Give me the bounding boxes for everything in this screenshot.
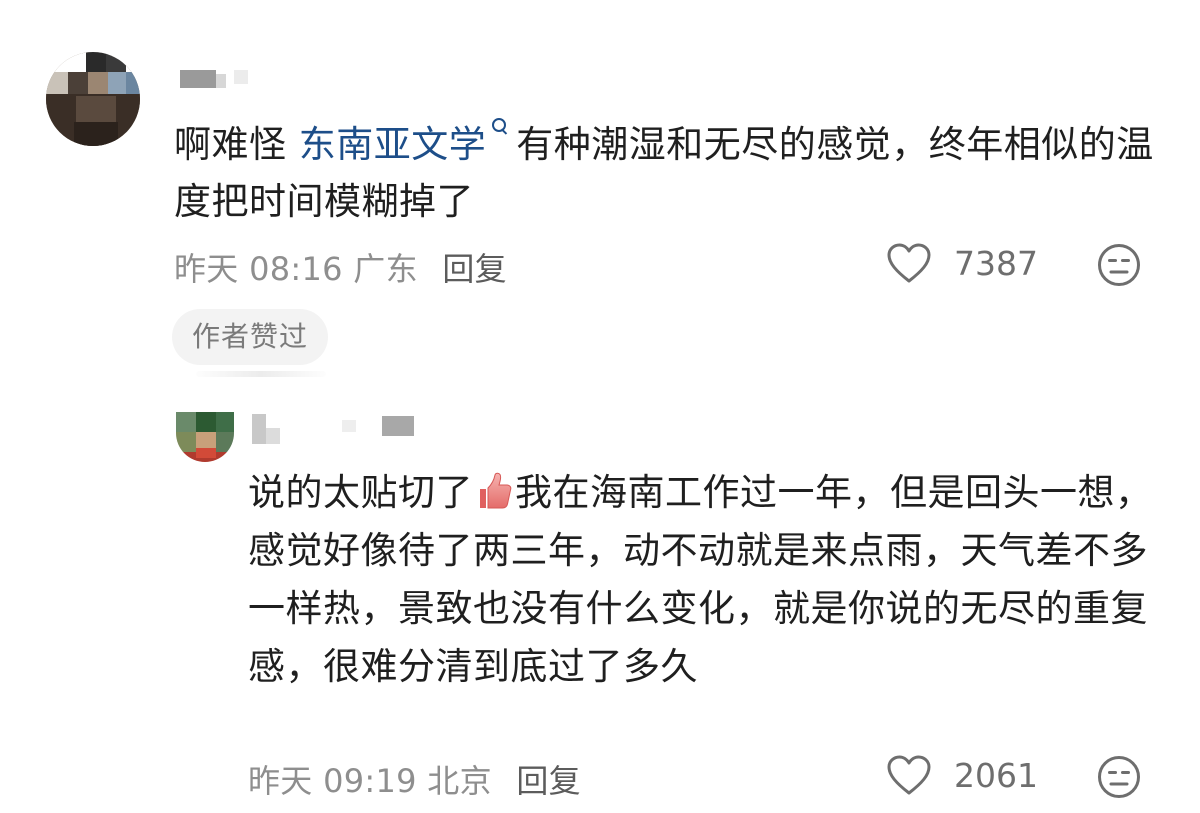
username-blurred[interactable] [180,68,270,90]
comment-text-start: 说的太贴切了 [248,471,473,514]
reply-button[interactable]: 回复 [442,250,507,288]
heart-outline-icon [887,755,931,795]
comment-location: 广东 [353,250,418,288]
author-liked-badge: 作者赞过 [172,309,328,365]
avatar-image [176,412,234,462]
reply-button[interactable]: 回复 [516,762,581,800]
comment-meta: 昨天 08:16 广东 回复 [174,244,507,290]
like-button[interactable]: 7387 [886,242,1038,284]
comment-meta: 昨天 09:19 北京 回复 [248,756,581,802]
like-count: 2061 [954,755,1038,795]
comment-location: 北京 [427,762,492,800]
like-count: 7387 [954,243,1038,283]
username-blurred[interactable] [252,414,422,448]
search-icon[interactable] [490,116,508,146]
heart-outline-icon [887,243,931,283]
comment-time: 昨天 09:19 [248,762,417,800]
like-button[interactable]: 2061 [886,754,1038,796]
comment-time: 昨天 08:16 [174,250,343,288]
avatar-image [46,52,140,146]
divider [196,371,326,377]
comment-text-prefix: 啊难怪 [174,123,299,166]
topic-link[interactable]: 东南亚文学 [299,123,487,166]
avatar[interactable] [176,412,234,462]
comment-text: 说的太贴切了 我在海南工作过一年，但是回头一想，感觉好像待了两三年，动不动就是来… [248,464,1168,696]
avatar[interactable] [46,52,140,146]
meh-face-icon[interactable] [1097,243,1141,287]
meh-face-icon[interactable] [1097,755,1141,799]
thumbs-up-emoji-icon [480,472,512,509]
comment-text: 啊难怪 东南亚文学 有种潮湿和无尽的感觉，终年相似的温度把时间模糊掉了 [174,116,1164,230]
